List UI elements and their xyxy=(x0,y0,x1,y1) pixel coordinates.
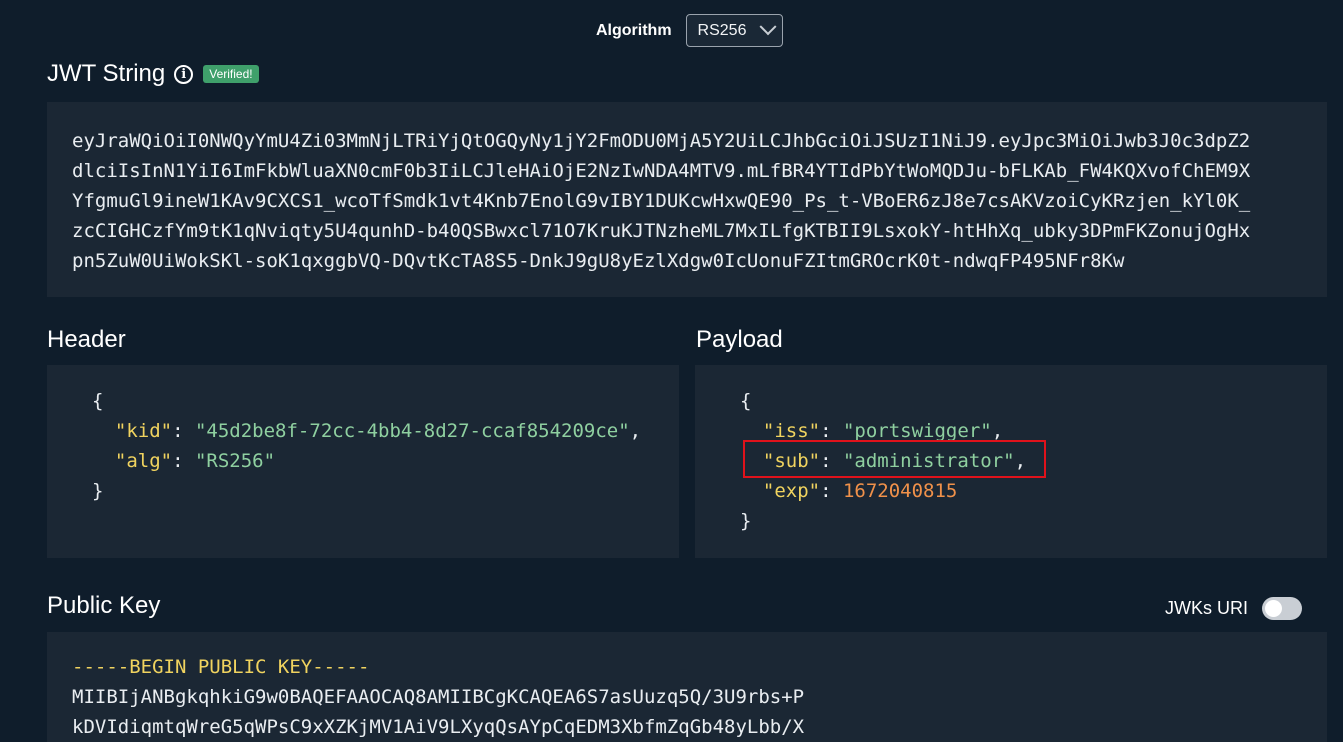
jwt-line: pn5ZuW0UiWokSKl-soK1qxggbVQ-DQvtKcTA8S5-… xyxy=(72,250,1125,272)
jwt-line: eyJraWQiOiI0NWQyYmU4Zi03MmNjLTRiYjQtOGQy… xyxy=(72,130,1251,152)
payload-editor[interactable]: { "iss": "portswigger", "sub": "administ… xyxy=(695,365,1327,558)
header-field-kid: "kid": "45d2be8f-72cc-4bb4-8d27-ccaf8542… xyxy=(114,420,642,442)
public-key-line: MIIBIjANBgkqhkiG9w0BAQEFAAOCAQ8AMIIBCgKC… xyxy=(72,686,805,708)
json-key: "exp" xyxy=(762,480,821,502)
jwks-uri-label: JWKs URI xyxy=(1165,598,1248,618)
public-key-title: Public Key xyxy=(47,592,161,619)
payload-section-header: Payload xyxy=(696,326,783,354)
jwt-line: dlciIsInN1YiI6ImFkbWluaXN0cmF0b3IiLCJleH… xyxy=(72,160,1251,182)
open-brace: { xyxy=(740,390,752,412)
json-value: "45d2be8f-72cc-4bb4-8d27-ccaf854209ce" xyxy=(194,420,630,442)
json-key: "iss" xyxy=(762,420,821,442)
header-section-header: Header xyxy=(47,326,126,354)
open-brace: { xyxy=(92,390,104,412)
jwt-line: zcCIGHCzfYm9tK1qNviqty5U4qunhD-b40QSBwxc… xyxy=(72,220,1251,242)
verified-badge: Verified! xyxy=(203,65,259,83)
header-editor[interactable]: { "kid": "45d2be8f-72cc-4bb4-8d27-ccaf85… xyxy=(47,365,679,558)
jwt-line: YfgmuGl9ineW1KAv9CXCS1_wcoTfSmdk1vt4Knb7… xyxy=(72,190,1251,212)
header-title: Header xyxy=(47,326,126,353)
info-icon[interactable]: i xyxy=(174,64,194,84)
json-key: "sub" xyxy=(762,450,821,472)
public-key-line: -----BEGIN PUBLIC KEY----- xyxy=(72,656,370,678)
json-value: 1672040815 xyxy=(842,480,958,502)
code-line: } xyxy=(740,506,1327,536)
header-field-alg: "alg": "RS256" xyxy=(114,450,276,472)
public-key-line: kDVIdiqmtqWreG5qWPsC9xXZKjMV1AiV9LXyqQsA… xyxy=(72,716,805,738)
json-key: "kid" xyxy=(114,420,173,442)
jwks-uri-row: JWKs URI xyxy=(1165,597,1302,620)
json-key: "alg" xyxy=(114,450,173,472)
payload-field-iss: "iss": "portswigger", xyxy=(762,420,1004,442)
public-key-section-header: Public Key xyxy=(47,592,160,620)
payload-title: Payload xyxy=(696,326,783,353)
code-line: } xyxy=(92,476,679,506)
json-value: "RS256" xyxy=(194,450,276,472)
close-brace: } xyxy=(740,510,752,532)
toggle-knob xyxy=(1265,600,1282,617)
algorithm-select[interactable]: RS256 xyxy=(685,14,783,47)
payload-field-sub: "sub": "administrator", xyxy=(762,450,1027,472)
public-key-field[interactable]: -----BEGIN PUBLIC KEY----- MIIBIjANBgkqh… xyxy=(47,632,1327,742)
algorithm-select-value: RS256 xyxy=(697,21,747,39)
json-value: "administrator" xyxy=(842,450,1015,472)
jwt-section-header: JWT String i Verified! xyxy=(47,60,259,88)
payload-field-exp: "exp": 1672040815 xyxy=(762,480,958,502)
algorithm-label: Algorithm xyxy=(596,21,672,39)
close-brace: } xyxy=(92,480,104,502)
code-line: { xyxy=(740,386,1327,416)
jwt-title: JWT String xyxy=(47,60,166,87)
jwks-uri-toggle[interactable] xyxy=(1262,597,1302,620)
json-value: "portswigger" xyxy=(842,420,992,442)
code-line: { xyxy=(92,386,679,416)
algorithm-row: Algorithm RS256 xyxy=(596,14,783,47)
jwt-string-field[interactable]: eyJraWQiOiI0NWQyYmU4Zi03MmNjLTRiYjQtOGQy… xyxy=(47,102,1327,297)
chevron-down-icon xyxy=(759,17,777,35)
